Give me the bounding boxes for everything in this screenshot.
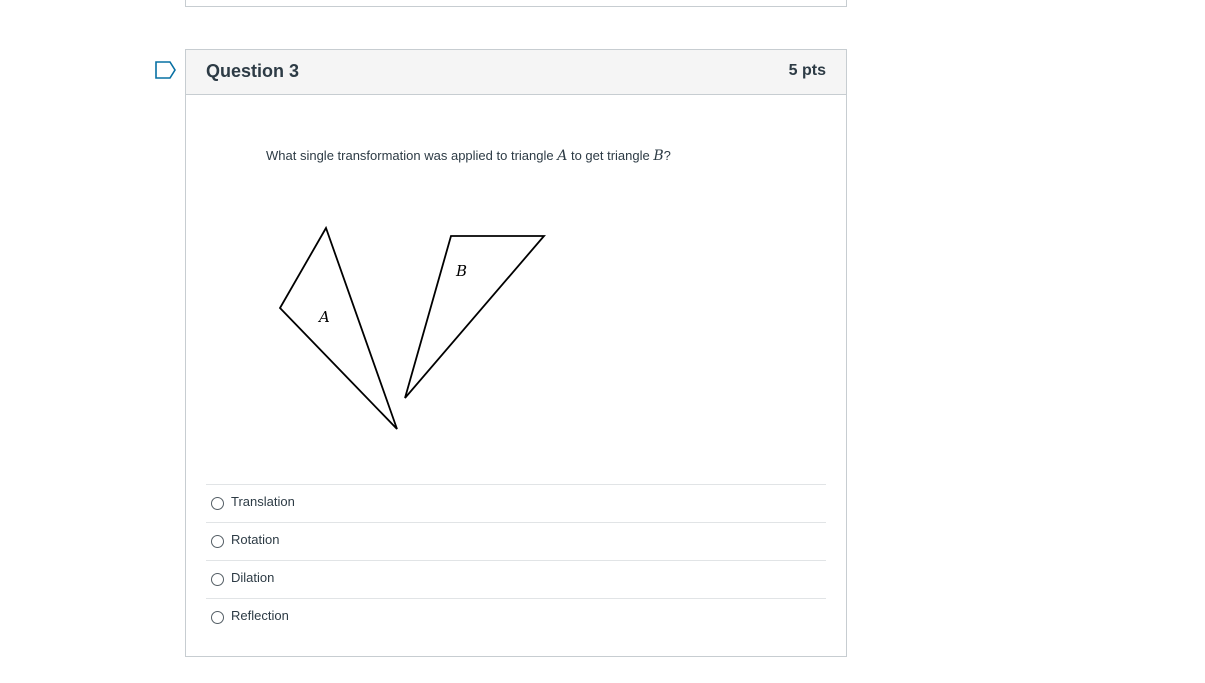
triangle-a-label: A — [317, 308, 330, 326]
question-text-middle: to get triangle — [567, 148, 654, 163]
answer-option[interactable]: Reflection — [206, 598, 826, 636]
answer-list: Translation Rotation Dilation Reflection — [206, 484, 826, 636]
radio-button[interactable] — [211, 535, 224, 548]
question-text-end: ? — [663, 148, 671, 163]
flag-question-icon[interactable] — [155, 61, 177, 79]
answer-label[interactable]: Translation — [231, 494, 295, 509]
radio-button[interactable] — [211, 497, 224, 510]
radio-button[interactable] — [211, 573, 224, 586]
triangle-b — [404, 235, 546, 399]
question-card: Question 3 5 pts What single transformat… — [185, 49, 847, 657]
math-var-a: A — [557, 148, 568, 164]
triangles-diagram: A B — [278, 225, 546, 430]
triangle-a — [278, 225, 398, 430]
answer-label[interactable]: Reflection — [231, 608, 289, 623]
question-text: What single transformation was applied t… — [266, 148, 671, 164]
radio-button[interactable] — [211, 611, 224, 624]
previous-question-card — [185, 0, 847, 7]
math-var-b: B — [653, 148, 664, 164]
question-text-start: What single transformation was applied t… — [266, 148, 558, 163]
question-points: 5 pts — [788, 62, 826, 79]
answer-option[interactable]: Translation — [206, 484, 826, 522]
answer-label[interactable]: Dilation — [231, 570, 274, 585]
answer-option[interactable]: Rotation — [206, 522, 826, 560]
question-title: Question 3 — [206, 61, 300, 81]
triangle-b-label: B — [455, 262, 467, 280]
answer-option[interactable]: Dilation — [206, 560, 826, 598]
answer-label[interactable]: Rotation — [231, 532, 279, 547]
question-header: Question 3 5 pts — [186, 50, 846, 95]
